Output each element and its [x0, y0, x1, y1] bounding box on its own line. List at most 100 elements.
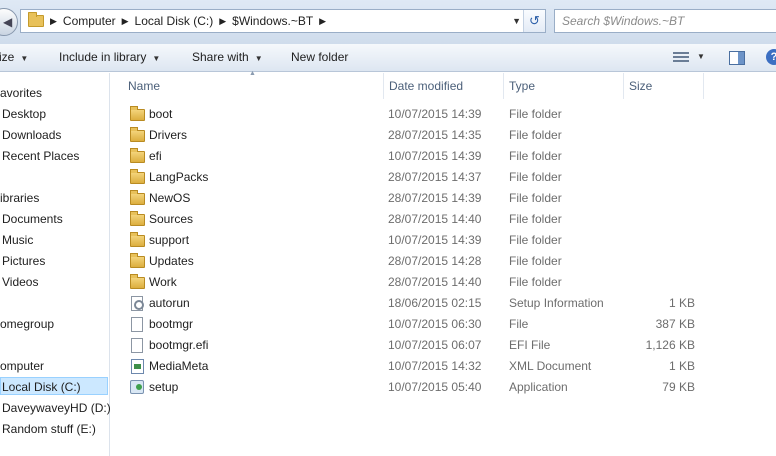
nav-videos[interactable]: Videos: [2, 273, 38, 291]
nav-recent-places[interactable]: Recent Places: [2, 147, 79, 165]
folder-icon: [130, 106, 145, 121]
file-row[interactable]: NewOS 28/07/2015 14:39 File folder: [111, 188, 776, 209]
nav-favorites[interactable]: avorites: [0, 84, 42, 102]
file-type: File folder: [509, 233, 562, 247]
folder-icon: [130, 127, 145, 142]
chevron-right-icon[interactable]: ▶: [50, 16, 57, 27]
file-row[interactable]: Sources 28/07/2015 14:40 File folder: [111, 209, 776, 230]
column-header-date[interactable]: Date modified: [389, 79, 463, 93]
nav-libraries[interactable]: ibraries: [0, 189, 39, 207]
file-type: EFI File: [509, 338, 551, 352]
file-date-modified: 10/07/2015 05:40: [388, 380, 482, 394]
new-folder-button[interactable]: New folder: [291, 50, 348, 64]
nav-homegroup-label: omegroup: [0, 317, 55, 331]
file-name: Drivers: [149, 128, 187, 142]
file-name: Updates: [149, 254, 194, 268]
file-date-modified: 28/07/2015 14:39: [388, 191, 482, 205]
nav-local-disk[interactable]: Local Disk (C:): [0, 377, 108, 395]
nav-desktop[interactable]: Desktop: [2, 105, 46, 123]
file-date-modified: 28/07/2015 14:40: [388, 275, 482, 289]
help-icon[interactable]: ?: [766, 49, 776, 65]
file-type: File folder: [509, 254, 562, 268]
share-with-button[interactable]: Share with ▼: [192, 50, 263, 64]
column-header-type[interactable]: Type: [509, 79, 535, 93]
file-row[interactable]: bootmgr.efi 10/07/2015 06:07 EFI File 1,126…: [111, 335, 776, 356]
nav-random-stuff[interactable]: Random stuff (E:): [2, 420, 96, 438]
change-view-icon[interactable]: [673, 52, 689, 64]
file-name: MediaMeta: [149, 359, 209, 373]
nav-documents[interactable]: Documents: [2, 210, 63, 228]
file-icon: [131, 317, 143, 332]
column-divider[interactable]: [703, 73, 704, 99]
file-type: File: [509, 317, 529, 331]
file-row[interactable]: boot 10/07/2015 14:39 File folder: [111, 104, 776, 125]
chevron-right-icon[interactable]: ▶: [319, 16, 326, 27]
nav-libraries-label: ibraries: [0, 191, 40, 205]
breadcrumb-local-disk[interactable]: Local Disk (C:): [135, 14, 214, 28]
nav-homegroup[interactable]: omegroup: [0, 315, 54, 333]
file-name: Work: [149, 275, 177, 289]
breadcrumb-computer[interactable]: Computer: [63, 14, 116, 28]
file-row[interactable]: LangPacks 28/07/2015 14:37 File folder: [111, 167, 776, 188]
include-in-library-button[interactable]: Include in library ▼: [59, 50, 160, 64]
file-date-modified: 18/06/2015 02:15: [388, 296, 482, 310]
folder-icon: [130, 190, 145, 205]
navigation-pane: avorites Desktop Downloads Recent Places…: [0, 73, 111, 456]
file-type: File folder: [509, 107, 562, 121]
file-name: setup: [149, 380, 179, 394]
file-row[interactable]: MediaMeta 10/07/2015 14:32 XML Document 1 K…: [111, 356, 776, 377]
xml-icon: [131, 359, 144, 374]
nav-downloads[interactable]: Downloads: [2, 126, 61, 144]
file-type: Application: [509, 380, 568, 394]
nav-pictures[interactable]: Pictures: [2, 252, 45, 270]
nav-computer[interactable]: omputer: [0, 357, 44, 375]
column-header-size[interactable]: Size: [629, 79, 652, 93]
file-type: Setup Information: [509, 296, 604, 310]
column-divider[interactable]: [503, 73, 504, 99]
file-row[interactable]: Drivers 28/07/2015 14:35 File folder: [111, 125, 776, 146]
file-row[interactable]: Work 28/07/2015 14:40 File folder: [111, 272, 776, 293]
address-dropdown-icon[interactable]: ▼: [512, 16, 521, 26]
organize-button[interactable]: ize ▼: [0, 50, 28, 64]
file-size: 1,126 KB: [645, 338, 695, 352]
chevron-right-icon[interactable]: ▶: [219, 16, 226, 27]
nav-computer-label: omputer: [0, 359, 45, 373]
file-row[interactable]: setup 10/07/2015 05:40 Application 79 KB: [111, 377, 776, 398]
folder-icon: [130, 232, 145, 247]
column-divider[interactable]: [383, 73, 384, 99]
file-row[interactable]: Updates 28/07/2015 14:28 File folder: [111, 251, 776, 272]
address-bar-area: ◀ ▶ Computer ▶ Local Disk (C:) ▶ $Window…: [0, 0, 776, 44]
column-header-name[interactable]: Name: [128, 79, 160, 93]
folder-icon: [28, 12, 44, 27]
breadcrumb-current-folder[interactable]: $Windows.~BT: [232, 14, 313, 28]
file-type: File folder: [509, 149, 562, 163]
folder-icon: [130, 253, 145, 268]
file-name: Sources: [149, 212, 194, 226]
column-headers: ▲ Name Date modified Type Size: [111, 70, 776, 99]
back-button[interactable]: ◀: [0, 8, 18, 36]
address-bar[interactable]: ▶ Computer ▶ Local Disk (C:) ▶ $Windows.…: [20, 9, 546, 33]
nav-music[interactable]: Music: [2, 231, 33, 249]
column-divider[interactable]: [623, 73, 624, 99]
file-date-modified: 28/07/2015 14:37: [388, 170, 482, 184]
file-name: efi: [149, 149, 162, 163]
chevron-down-icon: ▼: [254, 54, 263, 63]
file-date-modified: 10/07/2015 14:39: [388, 107, 482, 121]
sort-ascending-icon: ▲: [249, 70, 256, 77]
file-row[interactable]: efi 10/07/2015 14:39 File folder: [111, 146, 776, 167]
file-list: ▲ Name Date modified Type Size boot 10/07…: [111, 70, 776, 456]
share-with-label: Share with: [192, 50, 249, 64]
nav-favorites-label: avorites: [0, 86, 43, 100]
file-date-modified: 28/07/2015 14:40: [388, 212, 482, 226]
file-icon: [131, 338, 143, 353]
search-input[interactable]: Search $Windows.~BT: [554, 9, 776, 33]
preview-pane-icon[interactable]: [729, 51, 745, 65]
file-row[interactable]: autorun 18/06/2015 02:15 Setup Information…: [111, 293, 776, 314]
refresh-icon[interactable]: ↺: [523, 10, 545, 32]
file-row[interactable]: support 10/07/2015 14:39 File folder: [111, 230, 776, 251]
chevron-right-icon[interactable]: ▶: [122, 16, 129, 27]
view-dropdown-icon[interactable]: ▼: [697, 52, 705, 61]
file-name: NewOS: [149, 191, 191, 205]
nav-daveywaveyhd[interactable]: DaveywaveyHD (D:): [2, 399, 111, 417]
file-row[interactable]: bootmgr 10/07/2015 06:30 File 387 KB: [111, 314, 776, 335]
